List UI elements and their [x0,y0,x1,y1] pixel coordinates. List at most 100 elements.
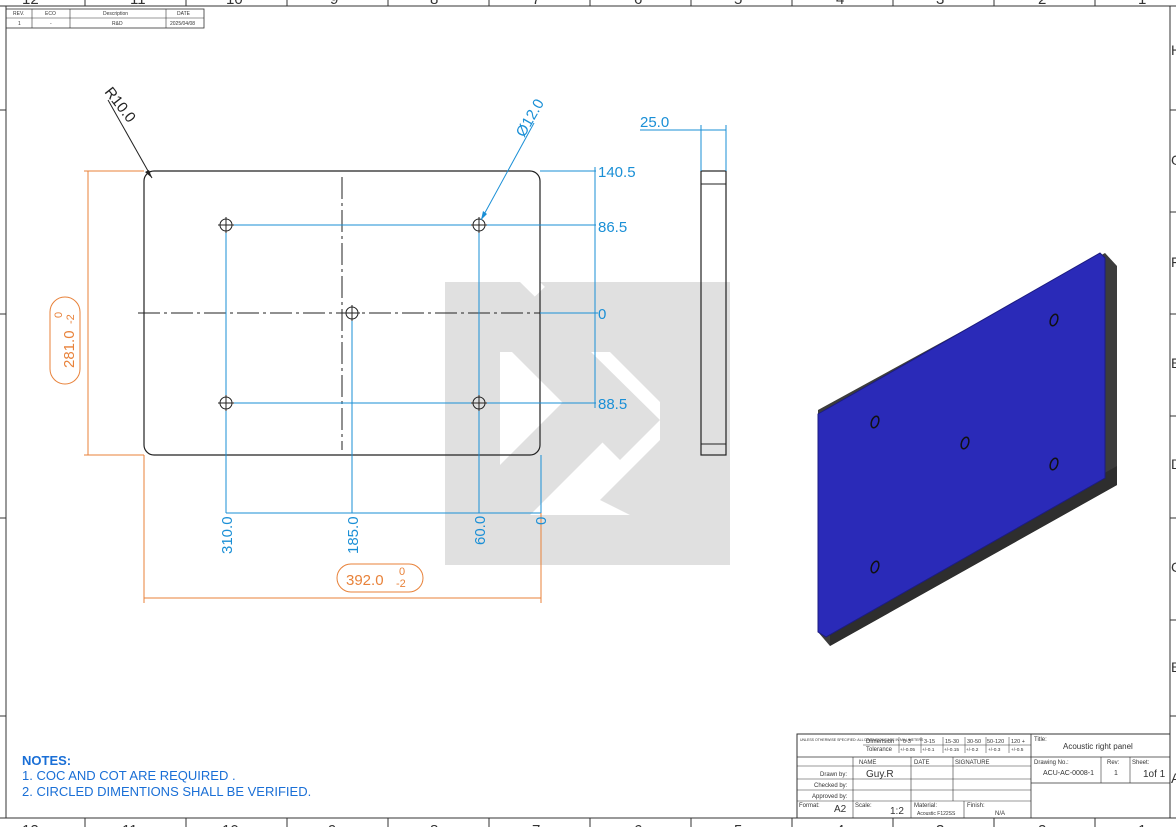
dimension-label: Dimension [866,739,894,745]
zone-top-3: 3 [936,0,944,8]
ordinate-bottom-0: 0 [533,517,550,525]
zone-top-4: 4 [836,0,844,8]
scale-value: 1:2 [890,806,904,817]
drawing-sheet: 12 11 10 9 8 7 6 5 4 3 2 1 12 11 10 9 8 … [0,0,1176,827]
title-label: Title: [1034,737,1047,743]
dim-range-3: 15-30 [945,739,959,745]
note-line-1: 1. COC AND COT ARE REQUIRED . [22,768,236,783]
note-line-2: 2. CIRCLED DIMENTIONS SHALL BE VERIFIED. [22,784,312,799]
sheet-label: Sheet: [1132,760,1150,766]
zone-right-A: A [1171,770,1176,786]
tol-value-4: +/-0.2 [966,747,979,753]
zone-right-D: D [1171,456,1176,472]
zone-bottom-8: 8 [430,822,438,827]
corner-radius-label: R10.0 [101,84,139,126]
zone-bottom-12: 12 [22,822,39,827]
ordinate-bottom-185: 185.0 [345,516,362,554]
tol-value-6: +/-0.5 [1011,747,1024,753]
date-column-header: DATE [914,760,930,766]
format-label: Format: [799,803,820,809]
isometric-view [817,252,1117,646]
zone-bottom-5: 5 [734,822,742,827]
drawn-by-label: Drawn by: [820,772,847,778]
revision-table: REV. ECO Description DATE 1 - R&D 2025/0… [5,8,205,29]
dim-range-1: 0-3 [903,739,911,745]
zone-bottom-9: 9 [328,822,336,827]
dim-range-2: 3-15 [924,739,935,745]
date-value: 2025/04/08 [170,21,195,27]
dim-range-6: 120 + [1011,739,1025,745]
zone-bottom-10: 10 [222,822,239,827]
format-value: A2 [834,804,847,815]
zone-labels-right: H G F E D C B A [1171,42,1176,786]
zone-labels-top: 12 11 10 9 8 7 6 5 4 3 2 1 [22,0,1146,8]
rev-label: Rev: [1107,760,1120,766]
zone-right-H: H [1171,42,1176,58]
zone-right-B: B [1171,659,1176,675]
zone-bottom-3: 3 [936,822,944,827]
zone-top-8: 8 [430,0,438,8]
zone-top-12: 12 [22,0,39,8]
hole-diameter-label: Ø12.0 [513,96,548,140]
rev-value: 1 [18,21,21,27]
zone-top-1: 1 [1138,0,1146,8]
sheet-value: 1of 1 [1143,769,1166,780]
drawn-by-value: Guy.R [866,769,894,780]
width-value: 392.0 [346,572,384,589]
zone-bottom-1: 1 [1138,822,1146,827]
dim-range-4: 30-50 [967,739,981,745]
thickness-label: 25.0 [640,114,669,131]
finish-label: Finish: [967,803,985,809]
ordinate-right-88: 88.5 [598,396,627,413]
checked-by-label: Checked by: [814,783,848,789]
zone-right-E: E [1171,355,1176,371]
name-column-header: NAME [859,760,876,766]
rev-number: 1 [1114,770,1118,777]
zone-top-11: 11 [130,0,146,8]
date-header: DATE [177,11,191,17]
approved-by-label: Approved by: [812,794,848,800]
rev-header: REV. [13,11,24,17]
material-label: Material: [914,803,937,809]
ordinate-right-86: 86.5 [598,219,627,236]
ordinate-right-0: 0 [598,306,606,323]
zone-top-10: 10 [226,0,243,8]
zone-right-F: F [1171,254,1176,270]
zone-bottom-4: 4 [836,822,844,827]
eco-value: - [50,21,52,27]
width-tol-lower: -2 [396,578,406,590]
height-tol-upper: 0 [53,312,65,318]
height-value: 281.0 [61,330,78,368]
height-tol-lower: -2 [65,314,77,324]
tol-value-3: +/-0.15 [944,747,959,753]
zone-bottom-6: 6 [634,822,642,827]
zone-bottom-11: 11 [122,822,138,827]
zone-top-9: 9 [330,0,338,8]
zone-labels-bottom: 12 11 10 9 8 7 6 5 4 3 2 1 [22,822,1146,827]
zone-bottom-7: 7 [532,822,540,827]
drawing-number-value: ACU-AC-0008-1 [1043,770,1094,777]
tol-value-1: +/-0.05 [900,747,915,753]
width-tol-upper: 0 [399,566,405,578]
tol-value-5: +/-0.3 [988,747,1001,753]
description-header: Description [103,11,128,17]
title-block: UNLESS OTHERWISE SPECIFIED: ALL DIMENSIO… [796,733,1171,819]
finish-value: N/A [995,811,1005,817]
zone-top-7: 7 [532,0,540,8]
zone-top-5: 5 [734,0,742,8]
zone-right-C: C [1171,559,1176,575]
dim-range-5: 50-120 [987,739,1004,745]
scale-label: Scale: [855,803,872,809]
zone-top-6: 6 [634,0,642,8]
ordinate-bottom-310: 310.0 [219,516,236,554]
ordinate-right-140: 140.5 [598,164,636,181]
drawing-title: Acoustic right panel [1063,742,1133,751]
ordinate-bottom-60: 60.0 [472,516,489,545]
signature-column-header: SIGNATURE [955,760,990,766]
zone-bottom-2: 2 [1038,822,1046,827]
tol-value-2: +/-0.1 [922,747,935,753]
zone-top-2: 2 [1038,0,1046,8]
notes-block: NOTES: 1. COC AND COT ARE REQUIRED . 2. … [22,753,311,800]
material-value: Acoustic F122SS [917,811,956,817]
notes-title: NOTES: [22,753,72,768]
